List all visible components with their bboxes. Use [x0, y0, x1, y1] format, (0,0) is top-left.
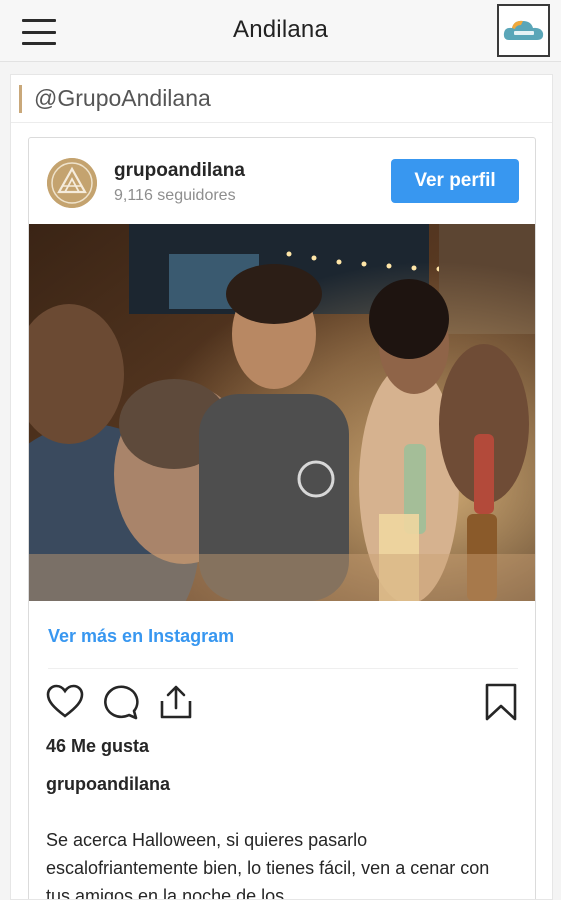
instagram-handle: @GrupoAndilana: [34, 85, 211, 111]
post-caption: Se acerca Halloween, si quieres pasarlo …: [46, 830, 490, 900]
view-profile-button[interactable]: Ver perfil: [391, 159, 519, 203]
handle-bar: @GrupoAndilana: [11, 75, 552, 123]
comment-icon[interactable]: [101, 682, 141, 722]
divider: [48, 668, 518, 669]
post-photo[interactable]: [29, 224, 535, 601]
app-title: Andilana: [232, 16, 328, 43]
likes-count[interactable]: 46 Me gusta: [46, 736, 149, 757]
handle-accent-bar: [19, 85, 22, 113]
see-more-on-instagram-link[interactable]: Ver más en Instagram: [48, 626, 234, 647]
caption-username[interactable]: grupoandilana: [46, 774, 170, 795]
avatar[interactable]: [47, 158, 97, 208]
instagram-username[interactable]: grupoandilana: [114, 160, 245, 182]
instagram-header: grupoandilana 9,116 seguidores Ver perfi…: [29, 138, 535, 224]
whatscity-logo[interactable]: [497, 4, 550, 57]
instagram-embed: grupoandilana 9,116 seguidores Ver perfi…: [28, 137, 536, 900]
post-actions: [29, 678, 535, 726]
share-icon[interactable]: [156, 682, 196, 722]
page-content: @GrupoAndilana grupoandilana 9,116 segui…: [10, 74, 553, 900]
bookmark-icon[interactable]: [481, 682, 521, 722]
heart-icon[interactable]: [45, 682, 85, 722]
follower-count: 9,116 seguidores: [114, 187, 236, 204]
app-bar: Andilana: [0, 0, 561, 62]
